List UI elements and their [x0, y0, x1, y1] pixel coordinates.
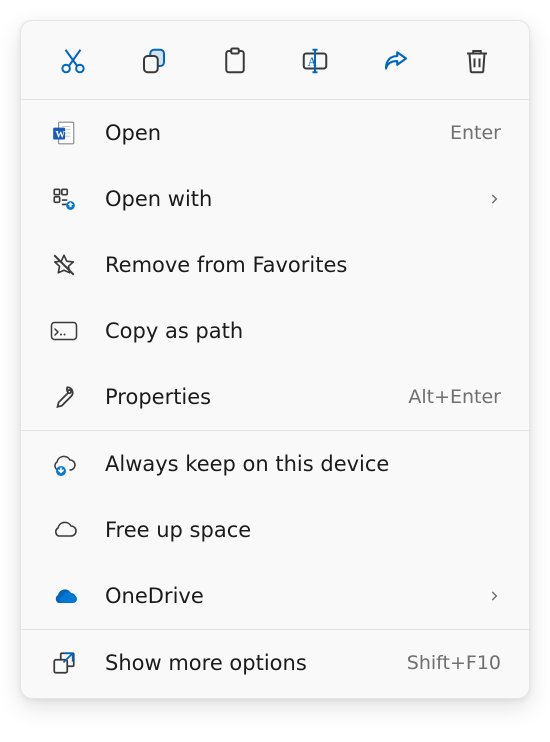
- copy-path-label: Copy as path: [105, 319, 501, 343]
- open-with-label: Open with: [105, 187, 487, 211]
- svg-text:W: W: [55, 129, 65, 140]
- open-shortcut: Enter: [450, 122, 501, 144]
- always-keep-item[interactable]: Always keep on this device: [21, 431, 529, 497]
- svg-text:A: A: [308, 55, 317, 69]
- properties-item[interactable]: Properties Alt+Enter: [21, 364, 529, 430]
- paste-icon: [220, 46, 250, 76]
- chevron-right-icon: [487, 192, 501, 206]
- more-options-shortcut: Shift+F10: [407, 652, 501, 674]
- open-item[interactable]: W Open Enter: [21, 100, 529, 166]
- copy-path-icon: [49, 316, 79, 346]
- delete-icon: [462, 46, 492, 76]
- unfavorite-icon: [49, 250, 79, 280]
- delete-button[interactable]: [453, 37, 501, 85]
- properties-shortcut: Alt+Enter: [408, 386, 501, 408]
- more-options-label: Show more options: [105, 651, 407, 675]
- cloud-icon: [49, 515, 79, 545]
- properties-icon: [49, 382, 79, 412]
- toolbar: A: [21, 27, 529, 99]
- copy-path-item[interactable]: Copy as path: [21, 298, 529, 364]
- remove-favorites-label: Remove from Favorites: [105, 253, 501, 277]
- open-label: Open: [105, 121, 450, 145]
- cut-icon: [58, 46, 88, 76]
- rename-icon: A: [300, 46, 330, 76]
- onedrive-label: OneDrive: [105, 584, 487, 608]
- copy-icon: [139, 46, 169, 76]
- word-document-icon: W: [49, 118, 79, 148]
- free-up-item[interactable]: Free up space: [21, 497, 529, 563]
- rename-button[interactable]: A: [291, 37, 339, 85]
- open-with-icon: [49, 184, 79, 214]
- copy-button[interactable]: [130, 37, 178, 85]
- remove-favorites-item[interactable]: Remove from Favorites: [21, 232, 529, 298]
- free-up-label: Free up space: [105, 518, 501, 542]
- more-options-item[interactable]: Show more options Shift+F10: [21, 630, 529, 696]
- paste-button[interactable]: [211, 37, 259, 85]
- chevron-right-icon: [487, 589, 501, 603]
- always-keep-label: Always keep on this device: [105, 452, 501, 476]
- onedrive-item[interactable]: OneDrive: [21, 563, 529, 629]
- onedrive-icon: [49, 581, 79, 611]
- open-with-item[interactable]: Open with: [21, 166, 529, 232]
- context-menu: A: [20, 20, 530, 699]
- more-options-icon: [49, 648, 79, 678]
- properties-label: Properties: [105, 385, 408, 409]
- share-button[interactable]: [372, 37, 420, 85]
- cut-button[interactable]: [49, 37, 97, 85]
- share-icon: [381, 46, 411, 76]
- cloud-download-icon: [49, 449, 79, 479]
